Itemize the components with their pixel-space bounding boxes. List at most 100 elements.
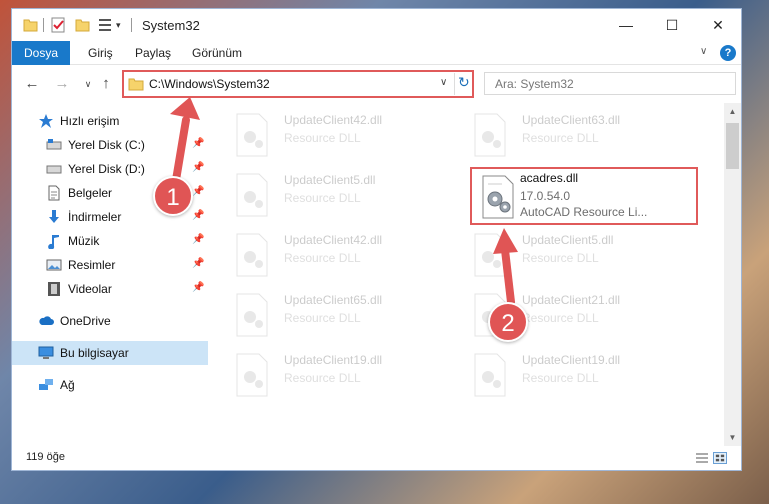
up-button[interactable]: ↑ [96, 74, 116, 94]
refresh-icon[interactable]: ↻ [458, 74, 470, 91]
minimize-button[interactable]: — [603, 9, 649, 41]
star-icon [39, 114, 53, 128]
file-name: UpdateClient5.dll [522, 233, 614, 247]
scroll-thumb[interactable] [726, 123, 739, 169]
file-item[interactable]: UpdateClient42.dll Resource DLL [234, 111, 454, 161]
pin-icon[interactable]: 📌 [192, 186, 204, 197]
file-item[interactable]: UpdateClient63.dll Resource DLL [472, 111, 692, 161]
pin-icon[interactable]: 📌 [192, 258, 204, 269]
sidebar-item-label: Videolar [68, 282, 112, 296]
computer-icon [38, 346, 54, 359]
address-divider [454, 73, 455, 95]
drive-icon [46, 165, 62, 174]
tab-home[interactable]: Giriş [78, 41, 123, 65]
sidebar-item-network[interactable]: Ağ [12, 373, 208, 397]
quick-access-dropdown-icon[interactable]: ▾ [116, 17, 126, 33]
file-name: UpdateClient19.dll [522, 353, 621, 367]
file-item[interactable]: UpdateClient65.dll Resource DLL [234, 291, 454, 341]
dll-file-icon [474, 353, 506, 397]
customize-toolbar-icon[interactable] [98, 17, 112, 33]
search-input[interactable]: Ara: System32 [484, 72, 736, 95]
sidebar-item-quick-access[interactable]: Hızlı erişim [12, 109, 208, 133]
sidebar-item-label: Hızlı erişim [60, 114, 120, 128]
dll-file-icon [236, 233, 268, 277]
file-item[interactable]: UpdateClient19.dll Resource DLL [234, 351, 454, 401]
file-item[interactable]: UpdateClient19.dll Resource DLL [472, 351, 692, 401]
sidebar-item-this-pc[interactable]: Bu bilgisayar [12, 341, 208, 365]
pin-icon[interactable]: 📌 [192, 138, 204, 149]
sidebar-item-label: Yerel Disk (D:) [68, 162, 145, 176]
properties-check-icon[interactable] [51, 17, 66, 33]
close-button[interactable]: ✕ [695, 9, 741, 41]
dll-file-icon [474, 233, 506, 277]
file-description: Resource DLL [522, 371, 599, 385]
sidebar-item-label: Ağ [60, 378, 75, 392]
folder-icon [128, 78, 144, 91]
large-icons-view-icon[interactable] [713, 452, 727, 464]
item-count: 119 öğe [26, 451, 65, 463]
file-item[interactable]: UpdateClient5.dll Resource DLL [234, 171, 454, 221]
search-placeholder[interactable]: Ara: System32 [495, 77, 574, 91]
scroll-down-button[interactable]: ▼ [724, 429, 741, 446]
pin-icon[interactable]: 📌 [192, 162, 204, 173]
file-description: Resource DLL [522, 311, 599, 325]
maximize-button[interactable]: ☐ [649, 9, 695, 41]
recent-locations-button[interactable]: ∨ [78, 74, 98, 94]
details-view-icon[interactable] [695, 452, 709, 464]
sidebar-item-pictures[interactable]: Resimler 📌 [12, 253, 208, 277]
pictures-icon [46, 259, 62, 271]
file-name: UpdateClient65.dll [284, 293, 383, 307]
dll-file-icon [236, 353, 268, 397]
navigation-pane: Hızlı erişim Yerel Disk (C:) 📌 Yerel Dis… [12, 103, 208, 446]
address-dropdown-icon[interactable]: ∨ [440, 77, 447, 88]
navigation-bar: ← → ∨ ↑ C:\Windows\System32 ∨ ↻ Ara: Sys… [12, 65, 741, 103]
cloud-icon [39, 316, 54, 325]
address-bar[interactable]: C:\Windows\System32 ∨ ↻ [122, 70, 474, 98]
file-name: UpdateClient21.dll [522, 293, 621, 307]
file-item-acadres[interactable]: acadres.dll 17.0.54.0 AutoCAD Resource L… [470, 167, 698, 225]
file-item[interactable]: UpdateClient42.dll Resource DLL [234, 231, 454, 281]
vertical-scrollbar[interactable]: ▲ ▼ [724, 103, 741, 446]
dll-file-icon [474, 113, 506, 157]
address-path[interactable]: C:\Windows\System32 [149, 77, 270, 91]
dll-file-icon [236, 113, 268, 157]
file-description: Resource DLL [284, 371, 361, 385]
pin-icon[interactable]: 📌 [192, 282, 204, 293]
file-description: Resource DLL [522, 131, 599, 145]
tab-share[interactable]: Paylaş [125, 41, 181, 65]
new-folder-icon[interactable] [75, 17, 90, 33]
sidebar-item-videos[interactable]: Videolar 📌 [12, 277, 208, 301]
title-bar: ▾ System32 — ☐ ✕ [12, 9, 741, 41]
sidebar-item-label: İndirmeler [68, 210, 122, 224]
sidebar-item-onedrive[interactable]: OneDrive [12, 309, 208, 333]
expand-ribbon-icon[interactable]: ∨ [700, 46, 707, 57]
sidebar-item-music[interactable]: Müzik 📌 [12, 229, 208, 253]
folder-icon[interactable] [23, 17, 38, 33]
tab-view[interactable]: Görünüm [182, 41, 252, 65]
dll-file-icon [482, 175, 514, 219]
pin-icon[interactable]: 📌 [192, 210, 204, 221]
file-item[interactable]: UpdateClient5.dll Resource DLL [472, 231, 692, 281]
forward-button[interactable]: → [52, 74, 72, 94]
file-description: Resource DLL [284, 251, 361, 265]
step-1-badge: 1 [153, 176, 193, 216]
file-description: Resource DLL [284, 191, 361, 205]
document-icon [48, 185, 60, 201]
scroll-up-button[interactable]: ▲ [724, 103, 741, 120]
help-icon[interactable]: ? [720, 45, 736, 61]
step-2-badge: 2 [488, 302, 528, 342]
back-button[interactable]: ← [22, 74, 42, 94]
pin-icon[interactable]: 📌 [192, 234, 204, 245]
sidebar-item-label: Resimler [68, 258, 116, 272]
sidebar-item-label: OneDrive [60, 314, 111, 328]
file-description: Resource DLL [284, 311, 361, 325]
file-list: UpdateClient42.dll Resource DLL UpdateCl… [212, 103, 724, 446]
toolbar-divider [131, 18, 132, 32]
download-icon [49, 210, 59, 223]
file-name: acadres.dll [520, 171, 579, 185]
file-name: UpdateClient42.dll [284, 233, 383, 247]
drive-icon [46, 139, 62, 150]
file-description: Resource DLL [284, 131, 361, 145]
window-title: System32 [142, 18, 200, 33]
sidebar-item-local-disk-c[interactable]: Yerel Disk (C:) 📌 [12, 133, 208, 157]
